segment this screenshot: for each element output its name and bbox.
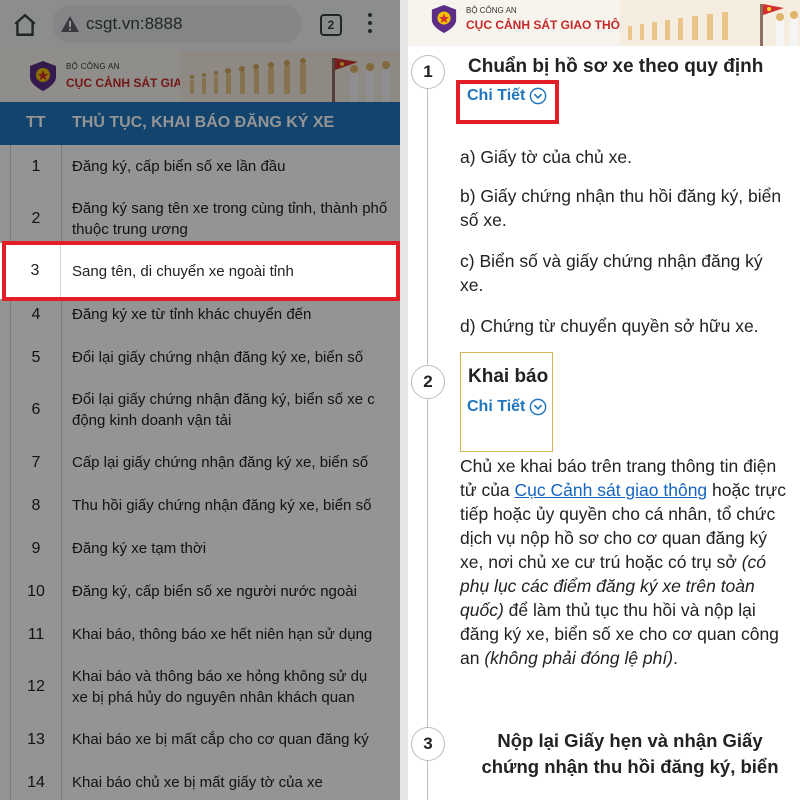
parade-image	[180, 50, 400, 102]
row-text-content: Đăng ký, cấp biển số xe người nước ngoài	[72, 583, 357, 600]
parade-image	[620, 0, 800, 46]
row-number: 14	[10, 761, 62, 800]
row-text-content: Khai báo chủ xe bị mất giấy tờ của xe	[72, 774, 323, 791]
warning-icon[interactable]	[60, 15, 80, 33]
right-screenshot: BỘ CÔNG AN CỤC CẢNH SÁT GIAO THÔNG 1 Chu…	[408, 0, 800, 800]
table-row[interactable]: 12 Khai báo và thông báo xe hỏng không sử…	[10, 656, 400, 719]
pane-divider	[400, 0, 408, 800]
address-bar[interactable]: csgt.vn:8888	[52, 5, 302, 43]
row-number: 1	[10, 145, 62, 188]
row-text-content: Thu hồi giấy chứng nhận đăng ký xe, biển…	[72, 497, 372, 514]
table-header: TT THỦ TỤC, KHAI BÁO ĐĂNG KÝ XE	[0, 102, 400, 145]
row-text-content: Khai báo xe bị mất cắp cho cơ quan đăng …	[72, 731, 369, 748]
traffic-police-link[interactable]: Cục Cảnh sát giao thông	[515, 480, 708, 500]
row-text: Cấp lại giấy chứng nhận đăng ký xe, biển…	[72, 441, 400, 484]
step-1-item-d: d) Chứng từ chuyển quyền sở hữu xe.	[460, 316, 759, 336]
chevron-down-icon	[530, 398, 547, 416]
row-number: 10	[10, 570, 62, 613]
row-text-content: Đăng ký sang tên xe trong cùng tỉnh, thà…	[72, 200, 388, 238]
row-text-content: Khai báo và thông báo xe hỏng không sử d…	[72, 668, 368, 706]
table-row[interactable]: 5 Đổi lại giấy chứng nhận đăng ký xe, biể…	[10, 336, 400, 380]
browser-toolbar: csgt.vn:8888 2	[0, 0, 400, 50]
step-1-circle: 1	[411, 55, 445, 89]
row-number: 8	[10, 484, 62, 527]
table-row[interactable]: 7 Cấp lại giấy chứng nhận đăng ký xe, biể…	[10, 441, 400, 485]
row-number: 6	[10, 379, 62, 441]
table-row[interactable]: 14 Khai báo chủ xe bị mất giấy tờ của xe	[10, 761, 400, 800]
step-2-title: Khai báo	[468, 366, 549, 387]
table-row[interactable]: 6 Đổi lại giấy chứng nhận đăng ký, biển s…	[10, 379, 400, 442]
step-2-circle: 2	[411, 365, 445, 399]
step-2-details-link[interactable]: Chi Tiết	[467, 398, 547, 416]
row-text-content: Đăng ký xe từ tỉnh khác chuyển đến	[72, 306, 312, 323]
row-number: 12	[10, 656, 62, 718]
table-row[interactable]: 1 Đăng ký, cấp biển số xe lần đầu	[10, 145, 400, 189]
header-tt: TT	[26, 114, 46, 131]
step-3-circle: 3	[411, 727, 445, 761]
desc-end: .	[673, 648, 678, 668]
left-screenshot: csgt.vn:8888 2 BỘ CÔNG AN CỤC CẢNH SÁT G…	[0, 0, 400, 800]
table-row[interactable]: 10 Đăng ký, cấp biển số xe người nước ngo…	[10, 570, 400, 614]
step-2-description: Chủ xe khai báo trên trang thông tin điệ…	[460, 454, 790, 670]
step-1-item-c: c) Biển số và giấy chứng nhận đăng ký xe…	[460, 251, 763, 295]
step-3-title: Nộp lại Giấy hẹn và nhận Giấy chứng nhận…	[481, 730, 779, 777]
row-number: 9	[10, 527, 62, 570]
home-icon[interactable]	[12, 12, 38, 38]
highlight-box	[456, 80, 559, 124]
row-text: Khai báo, thông báo xe hết niên hạn sử d…	[72, 613, 400, 656]
highlight-box	[2, 241, 400, 301]
table-row[interactable]: 11 Khai báo, thông báo xe hết niên hạn sử…	[10, 613, 400, 657]
row-number: 11	[10, 613, 62, 656]
row-text-content: Cấp lại giấy chứng nhận đăng ký xe, biển…	[72, 454, 369, 471]
row-text: Khai báo xe bị mất cắp cho cơ quan đăng …	[72, 718, 400, 761]
row-number: 13	[10, 718, 62, 761]
row-text-content: Đăng ký, cấp biển số xe lần đầu	[72, 158, 286, 175]
timeline-line	[427, 86, 428, 800]
police-emblem-icon	[30, 61, 56, 91]
row-text-content: Đổi lại giấy chứng nhận đăng ký xe, biển…	[72, 349, 364, 366]
step-1-item-b: b) Giấy chứng nhận thu hồi đăng ký, biển…	[460, 186, 782, 230]
table-row[interactable]: 8 Thu hồi giấy chứng nhận đăng ký xe, biể…	[10, 484, 400, 528]
menu-icon[interactable]	[366, 13, 374, 37]
row-text: Thu hồi giấy chứng nhận đăng ký xe, biển…	[72, 484, 400, 527]
ministry-name: BỘ CÔNG AN	[66, 62, 120, 71]
row-text-content: Đăng ký xe tạm thời	[72, 540, 207, 557]
row-number: 7	[10, 441, 62, 484]
row-number: 5	[10, 336, 62, 379]
desc-italic-2: (không phải đóng lệ phí)	[484, 648, 674, 668]
tab-switcher-button[interactable]: 2	[320, 14, 342, 36]
row-text-content: Khai báo, thông báo xe hết niên hạn sử d…	[72, 626, 373, 643]
step-1-item-a: a) Giấy tờ của chủ xe.	[460, 147, 632, 167]
row-text: Đăng ký, cấp biển số xe lần đầu	[72, 145, 400, 188]
row-text: Đổi lại giấy chứng nhận đăng ký, biển số…	[72, 379, 400, 441]
row-text: Đăng ký, cấp biển số xe người nước ngoài	[72, 570, 400, 613]
ministry-name: BỘ CÔNG AN	[466, 6, 517, 15]
row-text: Khai báo chủ xe bị mất giấy tờ của xe	[72, 761, 400, 800]
site-banner: BỘ CÔNG AN CỤC CẢNH SÁT GIAO THÔNG	[0, 50, 400, 102]
police-emblem-icon	[431, 5, 457, 33]
table-row[interactable]: 13 Khai báo xe bị mất cắp cho cơ quan đăn…	[10, 718, 400, 762]
row-text-content: Đổi lại giấy chứng nhận đăng ký, biển số…	[72, 391, 375, 429]
department-name: CỤC CẢNH SÁT GIAO THÔNG	[466, 18, 638, 32]
row-text: Đăng ký xe tạm thời	[72, 527, 400, 570]
url-text: csgt.vn:8888	[86, 14, 183, 33]
site-banner: BỘ CÔNG AN CỤC CẢNH SÁT GIAO THÔNG	[408, 0, 800, 46]
step-1-title: Chuẩn bị hồ sơ xe theo quy định	[468, 56, 764, 77]
table-row[interactable]: 9 Đăng ký xe tạm thời	[10, 527, 400, 571]
header-procedure: THỦ TỤC, KHAI BÁO ĐĂNG KÝ XE	[72, 114, 335, 131]
details-label: Chi Tiết	[467, 398, 526, 415]
row-text: Khai báo và thông báo xe hỏng không sử d…	[72, 656, 400, 718]
row-text: Đổi lại giấy chứng nhận đăng ký xe, biển…	[72, 336, 400, 379]
